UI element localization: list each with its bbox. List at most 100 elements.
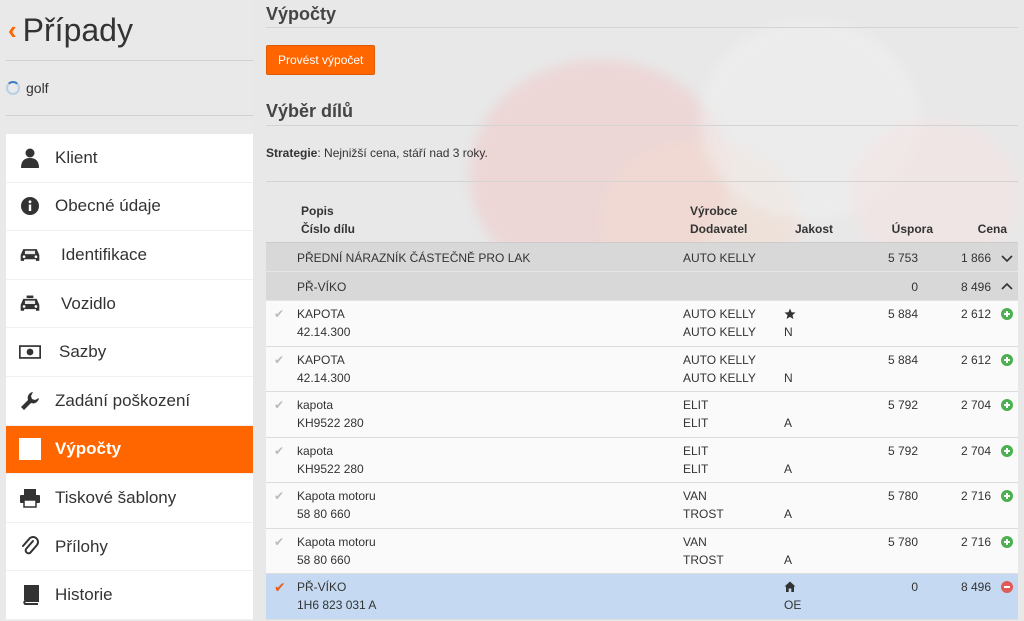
- part-price: 2 612: [960, 307, 991, 321]
- column-label: Číslo dílu: [301, 222, 355, 236]
- sidebar-item-label: Historie: [55, 585, 113, 605]
- part-number: KH9522 280: [297, 461, 364, 476]
- supplier-name: AUTO KELLY: [683, 370, 756, 385]
- quality-spacer: [784, 351, 793, 369]
- table-row[interactable]: ✔ PŘ-VÍKO 1H6 823 031 A OE 0 8 496: [266, 574, 1018, 620]
- part-name: KAPOTA: [297, 307, 345, 321]
- table-row[interactable]: ✔ KAPOTA 42.14.300 AUTO KELLY AUTO KELLY N 5 8…: [266, 301, 1018, 347]
- plus-circle-icon[interactable]: [1001, 308, 1013, 320]
- part-description: kapota KH9522 280: [297, 442, 364, 478]
- add-part-button[interactable]: [1001, 535, 1013, 548]
- column-header-price[interactable]: Cena: [978, 220, 1007, 238]
- part-quality: A: [784, 396, 792, 432]
- column-header-quality[interactable]: Jakost: [795, 220, 833, 238]
- check-icon[interactable]: ✔: [274, 442, 284, 460]
- check-icon[interactable]: ✔: [274, 396, 284, 414]
- table-row[interactable]: ✔ KAPOTA 42.14.300 AUTO KELLY AUTO KELLY N 5 …: [266, 346, 1018, 392]
- sidebar-item-klient[interactable]: Klient: [6, 134, 253, 183]
- part-saving: 5 780: [887, 489, 918, 503]
- manufacturer-name: AUTO KELLY: [683, 307, 756, 321]
- column-header-manufacturer[interactable]: Výrobce Dodavatel: [690, 202, 747, 238]
- manufacturer-name: VAN: [683, 489, 707, 503]
- part-manufacturer: VAN TROST: [683, 533, 724, 569]
- sidebar-item-historie[interactable]: Historie: [6, 571, 253, 620]
- sidebar-item-label: Klient: [55, 147, 98, 167]
- part-saving: 5 792: [887, 443, 918, 458]
- part-manufacturer: AUTO KELLY AUTO KELLY: [683, 305, 756, 341]
- group-supplier: AUTO KELLY: [683, 251, 756, 265]
- check-icon[interactable]: ✔: [274, 578, 286, 596]
- add-part-button[interactable]: [1001, 353, 1013, 366]
- toggle-group-button[interactable]: [1001, 251, 1013, 263]
- divider: [266, 125, 1018, 126]
- chevron-down-icon[interactable]: [1001, 252, 1013, 264]
- quality-spacer: [784, 487, 792, 505]
- sidebar-header[interactable]: ‹ Případy: [0, 0, 253, 60]
- table-row[interactable]: ✔ kapota KH9522 280 ELIT ELIT A 5 792 2 704: [266, 392, 1018, 438]
- toggle-group-button[interactable]: [1001, 280, 1013, 292]
- quality-spacer: [784, 396, 792, 414]
- plus-circle-icon[interactable]: [1001, 444, 1013, 457]
- add-part-button[interactable]: [1001, 308, 1013, 320]
- remove-part-button[interactable]: [1001, 581, 1013, 593]
- part-description: KAPOTA 42.14.300: [297, 305, 350, 341]
- manufacturer-name: ELIT: [683, 398, 709, 412]
- check-icon[interactable]: ✔: [274, 305, 284, 323]
- table-row[interactable]: ✔ kapota KH9522 280 ELIT ELIT A 5 792 2 704: [266, 437, 1018, 483]
- part-name: PŘ-VÍKO: [297, 580, 347, 594]
- part-saving: 5 884: [887, 307, 918, 321]
- part-number: 58 80 660: [297, 552, 351, 567]
- sidebar-item-label: Obecné údaje: [55, 196, 161, 216]
- part-price: 8 496: [960, 580, 991, 594]
- sidebar-item-identifikace[interactable]: Identifikace: [6, 231, 253, 280]
- user-icon: [19, 147, 41, 169]
- plus-circle-icon[interactable]: [1001, 490, 1013, 502]
- part-price: 2 704: [960, 398, 991, 412]
- part-name: Kapota motoru: [297, 534, 376, 549]
- part-description: Kapota motoru 58 80 660: [297, 487, 376, 523]
- add-part-button[interactable]: [1001, 490, 1013, 502]
- sidebar-item-obecne-udaje[interactable]: Obecné údaje: [6, 183, 253, 232]
- plus-circle-icon[interactable]: [1001, 399, 1013, 411]
- taxi-icon: [19, 293, 41, 315]
- part-number: 42.14.300: [297, 325, 351, 339]
- minus-circle-icon[interactable]: [1001, 581, 1013, 593]
- plus-circle-icon[interactable]: [1001, 535, 1013, 548]
- strategy-text: Strategie: Nejnižší cena, stáří nad 3 ro…: [266, 146, 488, 160]
- column-header-description[interactable]: Popis Číslo dílu: [301, 202, 355, 238]
- sidebar-item-vypocty[interactable]: Výpočty: [6, 425, 253, 475]
- check-icon[interactable]: ✔: [274, 487, 284, 505]
- column-header-saving[interactable]: Úspora: [892, 220, 933, 238]
- sidebar-item-zadani-poskozeni[interactable]: Zadání poškození: [6, 377, 253, 426]
- check-icon[interactable]: ✔: [274, 351, 284, 369]
- sidebar-item-vozidlo[interactable]: Vozidlo: [6, 280, 253, 329]
- part-description: KAPOTA 42.14.300: [297, 351, 350, 387]
- check-icon[interactable]: ✔: [274, 533, 284, 551]
- part-quality: A: [784, 442, 792, 478]
- sidebar-item-sazby[interactable]: Sazby: [6, 328, 253, 377]
- wrench-icon: [19, 390, 41, 412]
- car-icon: [19, 244, 41, 266]
- add-part-button[interactable]: [1001, 399, 1013, 411]
- plus-circle-icon[interactable]: [1001, 353, 1013, 366]
- part-manufacturer: ELIT ELIT: [683, 442, 708, 478]
- part-saving: 0: [911, 580, 918, 594]
- table-row[interactable]: ✔ Kapota motoru 58 80 660 VAN TROST A 5 780 2 …: [266, 483, 1018, 529]
- home-icon: [784, 581, 796, 592]
- table-body: PŘEDNÍ NÁRAZNÍK ČÁSTEČNĚ PRO LAK AUTO KEL…: [266, 243, 1018, 620]
- chevron-up-icon[interactable]: [1001, 281, 1013, 293]
- run-calculation-button[interactable]: Provést výpočet: [266, 45, 376, 75]
- part-manufacturer: [683, 578, 686, 614]
- sidebar-item-prilohy[interactable]: Přílohy: [6, 523, 253, 572]
- divider: [6, 115, 253, 116]
- table-group-row[interactable]: PŘ-VÍKO 0 8 496: [266, 272, 1018, 301]
- sidebar-title: Případy: [22, 11, 133, 48]
- quality-code: A: [784, 461, 793, 476]
- sidebar-item-label: Vozidlo: [61, 293, 116, 313]
- table-row[interactable]: ✔ Kapota motoru 58 80 660 VAN TROST A 5 780 2 …: [266, 528, 1018, 574]
- table-group-row[interactable]: PŘEDNÍ NÁRAZNÍK ČÁSTEČNĚ PRO LAK AUTO KEL…: [266, 243, 1018, 272]
- chevron-left-icon[interactable]: ‹: [8, 17, 17, 43]
- sidebar-item-tiskove-sablony[interactable]: Tiskové šablony: [6, 474, 253, 523]
- main-content: Výpočty Provést výpočet Výběr dílů Strat…: [266, 0, 1018, 621]
- add-part-button[interactable]: [1001, 444, 1013, 457]
